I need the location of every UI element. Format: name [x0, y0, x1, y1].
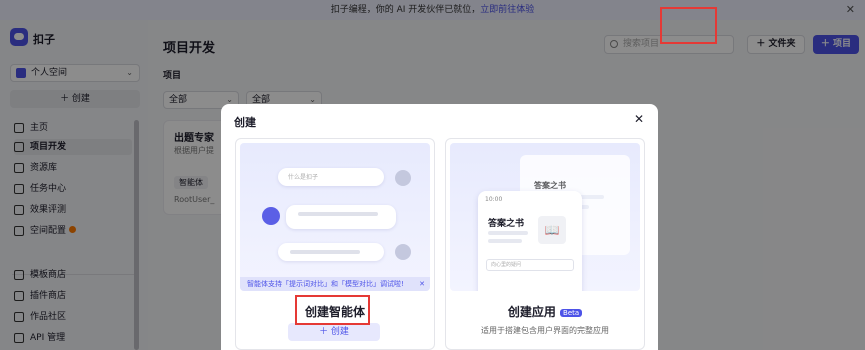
create-app-option[interactable]: 答案之书 10:00 答案之书 📖 向心里的疑问 创建应用 Beta 适用于搭建…: [445, 138, 645, 350]
highlight-box-project: [660, 7, 717, 44]
highlight-box-agent: [295, 295, 370, 325]
user-avatar-icon: [395, 244, 411, 260]
modal-title: 创建: [234, 116, 256, 129]
create-app-desc: 适用于搭建包含用户界面的完整应用: [481, 326, 609, 335]
chat-bubble: [286, 205, 396, 229]
phone-time: 10:00: [485, 196, 503, 203]
tip-close-icon[interactable]: ✕: [419, 277, 425, 291]
bot-avatar-icon: [262, 207, 280, 225]
close-icon[interactable]: ✕: [634, 112, 644, 126]
create-app-title: 创建应用 Beta: [446, 303, 644, 320]
create-app-title-text: 创建应用: [507, 305, 556, 319]
book-icon: 📖: [538, 216, 566, 244]
chat-bubble: [278, 243, 384, 261]
app-illustration: 答案之书 10:00 答案之书 📖 向心里的疑问: [450, 143, 640, 291]
phone-input: 向心里的疑问: [486, 259, 574, 271]
phone-preview: 10:00 答案之书 📖 向心里的疑问: [478, 191, 582, 291]
beta-badge: Beta: [560, 308, 583, 317]
agent-tip-banner: 智能体支持「提示词对比」和「模型对比」调试啦! ✕: [240, 277, 430, 291]
agent-illustration: 什么是扣子 智能体支持「提示词对比」和「模型对比」调试啦! ✕: [240, 143, 430, 291]
agent-tip-text: 智能体支持「提示词对比」和「模型对比」调试啦!: [247, 280, 404, 288]
create-agent-button[interactable]: ＋ 创建: [288, 323, 380, 341]
user-avatar-icon: [395, 170, 411, 186]
phone-title: 答案之书: [488, 219, 525, 229]
app-back-title: 答案之书: [534, 181, 566, 190]
bubble-text: 什么是扣子: [288, 174, 319, 181]
chat-bubble: 什么是扣子: [278, 168, 384, 186]
create-modal: 创建 ✕ 什么是扣子 智能体支持「提示词对比」和「模型对比」调试啦! ✕ 创建智能…: [221, 104, 658, 350]
